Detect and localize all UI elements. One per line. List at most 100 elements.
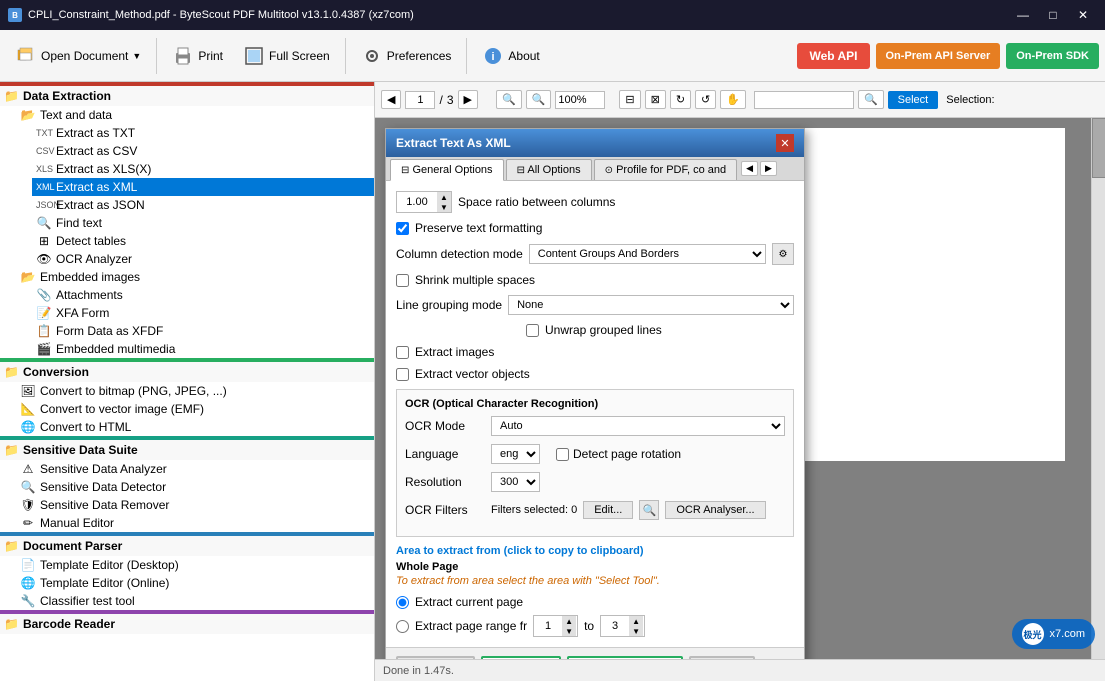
sidebar-item-sensitive-analyzer[interactable]: ⚠ Sensitive Data Analyzer xyxy=(16,460,374,478)
page-range-to-up[interactable]: ▲ xyxy=(629,616,643,626)
extract-vector-checkbox[interactable] xyxy=(396,368,409,381)
sidebar-item-template-online[interactable]: 🌐 Template Editor (Online) xyxy=(16,574,374,592)
print-button[interactable]: Print xyxy=(163,38,232,74)
area-section-title[interactable]: Area to extract from (click to copy to c… xyxy=(396,545,794,557)
sidebar-item-extract-xls[interactable]: XLS Extract as XLS(X) xyxy=(32,160,374,178)
category-header-conversion[interactable]: 📁 Conversion xyxy=(0,362,374,382)
space-ratio-spinner[interactable]: ▲ ▼ xyxy=(396,191,452,213)
unwrap-lines-label: Unwrap grouped lines xyxy=(545,323,662,337)
tab-profile[interactable]: ⊙ Profile for PDF, co and xyxy=(594,159,738,180)
web-api-button[interactable]: Web API xyxy=(797,43,869,69)
sidebar-item-find-text[interactable]: 🔍 Find text xyxy=(32,214,374,232)
sidebar-item-extract-json[interactable]: JSON Extract as JSON xyxy=(32,196,374,214)
category-header-sensitive[interactable]: 📁 Sensitive Data Suite xyxy=(0,440,374,460)
sidebar-item-extract-txt[interactable]: TXT Extract as TXT xyxy=(32,124,374,142)
preferences-button[interactable]: Preferences xyxy=(352,38,461,74)
zoom-in-button[interactable]: 🔍 xyxy=(526,90,552,109)
page-range-to-down[interactable]: ▼ xyxy=(629,626,643,636)
sidebar-item-extract-xml[interactable]: XML Extract as XML xyxy=(32,178,374,196)
sidebar-item-sensitive-detector[interactable]: 🔍 Sensitive Data Detector xyxy=(16,478,374,496)
category-header-document[interactable]: 📁 Document Parser xyxy=(0,536,374,556)
tab-general-text: General Options xyxy=(412,164,492,176)
search-button[interactable]: 🔍 xyxy=(858,90,884,109)
extract-current-page-radio[interactable] xyxy=(396,596,409,609)
space-ratio-input[interactable] xyxy=(397,194,437,210)
extract-images-checkbox[interactable] xyxy=(396,346,409,359)
sidebar-item-sensitive-remover[interactable]: 🛡 Sensitive Data Remover xyxy=(16,496,374,514)
extract-to-file-button[interactable]: Extract to File xyxy=(567,656,682,659)
copy-to-button[interactable]: Copy to xyxy=(481,656,562,659)
onprem-api-button[interactable]: On-Prem API Server xyxy=(876,43,1001,69)
hand-tool-button[interactable]: ✋ xyxy=(720,90,746,109)
preview-button[interactable]: Preview xyxy=(396,656,475,659)
select-button[interactable]: Select xyxy=(888,91,939,109)
sidebar-item-ocr-analyzer[interactable]: 👁 OCR Analyzer xyxy=(32,250,374,268)
open-document-button[interactable]: Open Document ▼ xyxy=(6,38,150,74)
tab-next-button[interactable]: ▶ xyxy=(760,161,777,176)
page-layout-button[interactable]: ⊟ xyxy=(619,90,640,109)
page-layout-2-button[interactable]: ⊠ xyxy=(645,90,666,109)
line-grouping-select[interactable]: None By font size By indent xyxy=(508,295,794,315)
sidebar-item-convert-html[interactable]: 🌐 Convert to HTML xyxy=(16,418,374,436)
sidebar-item-detect-tables[interactable]: ⊞ Detect tables xyxy=(32,232,374,250)
open-document-dropdown-icon[interactable]: ▼ xyxy=(132,51,141,61)
preserve-formatting-checkbox[interactable] xyxy=(396,222,409,235)
next-page-button[interactable]: ▶ xyxy=(458,90,478,109)
language-select[interactable]: eng xyxy=(491,444,540,464)
maximize-button[interactable]: □ xyxy=(1039,4,1067,26)
ocr-mode-select[interactable]: Auto Disabled Always xyxy=(491,416,785,436)
sidebar-item-extract-csv[interactable]: CSV Extract as CSV xyxy=(32,142,374,160)
sidebar-item-attachments[interactable]: 📎 Attachments xyxy=(32,286,374,304)
column-detection-select[interactable]: Content Groups And Borders Columns None xyxy=(529,244,766,264)
selection-input[interactable] xyxy=(754,91,854,109)
sidebar-item-classifier-test[interactable]: 🔧 Classifier test tool xyxy=(16,592,374,610)
ocr-analyser-button[interactable]: OCR Analyser... xyxy=(665,501,765,519)
fullscreen-button[interactable]: Full Screen xyxy=(234,38,339,74)
page-range-to-spinner[interactable]: ▲ ▼ xyxy=(600,615,645,637)
ocr-filters-edit-button[interactable]: Edit... xyxy=(583,501,633,519)
sidebar-item-form-data-xfdf[interactable]: 📋 Form Data as XFDF xyxy=(32,322,374,340)
shrink-spaces-checkbox[interactable] xyxy=(396,274,409,287)
dialog-close-button[interactable]: ✕ xyxy=(776,134,794,152)
page-range-from-spinner[interactable]: ▲ ▼ xyxy=(533,615,578,637)
resolution-select[interactable]: 72 96 150 200 300 600 xyxy=(491,472,540,492)
sidebar-item-manual-editor[interactable]: ✏ Manual Editor xyxy=(16,514,374,532)
page-range-from-up[interactable]: ▲ xyxy=(562,616,576,626)
sidebar-item-template-desktop[interactable]: 📄 Template Editor (Desktop) xyxy=(16,556,374,574)
sidebar-label-text-and-data: Text and data xyxy=(40,108,112,122)
sidebar-item-xfa-form[interactable]: 📝 XFA Form xyxy=(32,304,374,322)
space-ratio-up[interactable]: ▲ xyxy=(437,192,451,202)
close-dialog-button[interactable]: Close xyxy=(689,656,756,659)
tab-prev-button[interactable]: ◀ xyxy=(741,161,758,176)
unwrap-lines-checkbox[interactable] xyxy=(526,324,539,337)
page-range-from-down[interactable]: ▼ xyxy=(562,626,576,636)
tab-general-options[interactable]: ⊟ General Options xyxy=(390,159,504,181)
sidebar-item-text-and-data[interactable]: 📂 Text and data xyxy=(16,106,374,124)
sidebar-item-convert-bitmap[interactable]: 🖼 Convert to bitmap (PNG, JPEG, ...) xyxy=(16,382,374,400)
sensitive-data-group: ⚠ Sensitive Data Analyzer 🔍 Sensitive Da… xyxy=(16,460,374,532)
ocr-filters-icon-button[interactable]: 🔍 xyxy=(639,500,659,520)
sidebar-item-embedded-multimedia[interactable]: 🎬 Embedded multimedia xyxy=(32,340,374,358)
category-header-barcode[interactable]: 📁 Barcode Reader xyxy=(0,614,374,634)
category-header-data-extraction[interactable]: 📁 Data Extraction xyxy=(0,86,374,106)
close-button[interactable]: ✕ xyxy=(1069,4,1097,26)
tab-all-options[interactable]: ⊟ All Options xyxy=(506,159,592,180)
column-detection-settings-button[interactable]: ⚙ xyxy=(772,243,794,265)
rotate-2-button[interactable]: ↺ xyxy=(695,90,716,109)
detect-rotation-checkbox[interactable] xyxy=(556,448,569,461)
page-range-from-input[interactable] xyxy=(534,618,562,634)
page-number-input[interactable] xyxy=(405,91,435,109)
sidebar-item-convert-vector[interactable]: 📐 Convert to vector image (EMF) xyxy=(16,400,374,418)
rotate-button[interactable]: ↻ xyxy=(670,90,691,109)
about-button[interactable]: i About xyxy=(473,38,548,74)
zoom-out-button[interactable]: 🔍 xyxy=(496,90,522,109)
page-range-to-input[interactable] xyxy=(601,618,629,634)
sidebar-item-embedded-images[interactable]: 📂 Embedded images xyxy=(16,268,374,286)
zoom-input[interactable] xyxy=(555,91,605,109)
prev-page-button[interactable]: ◀ xyxy=(381,90,401,109)
extract-page-range-radio[interactable] xyxy=(396,620,409,633)
minimize-button[interactable]: — xyxy=(1009,4,1037,26)
space-ratio-down[interactable]: ▼ xyxy=(437,202,451,212)
page-range-to-label: to xyxy=(584,619,594,633)
onprem-sdk-button[interactable]: On-Prem SDK xyxy=(1006,43,1099,69)
